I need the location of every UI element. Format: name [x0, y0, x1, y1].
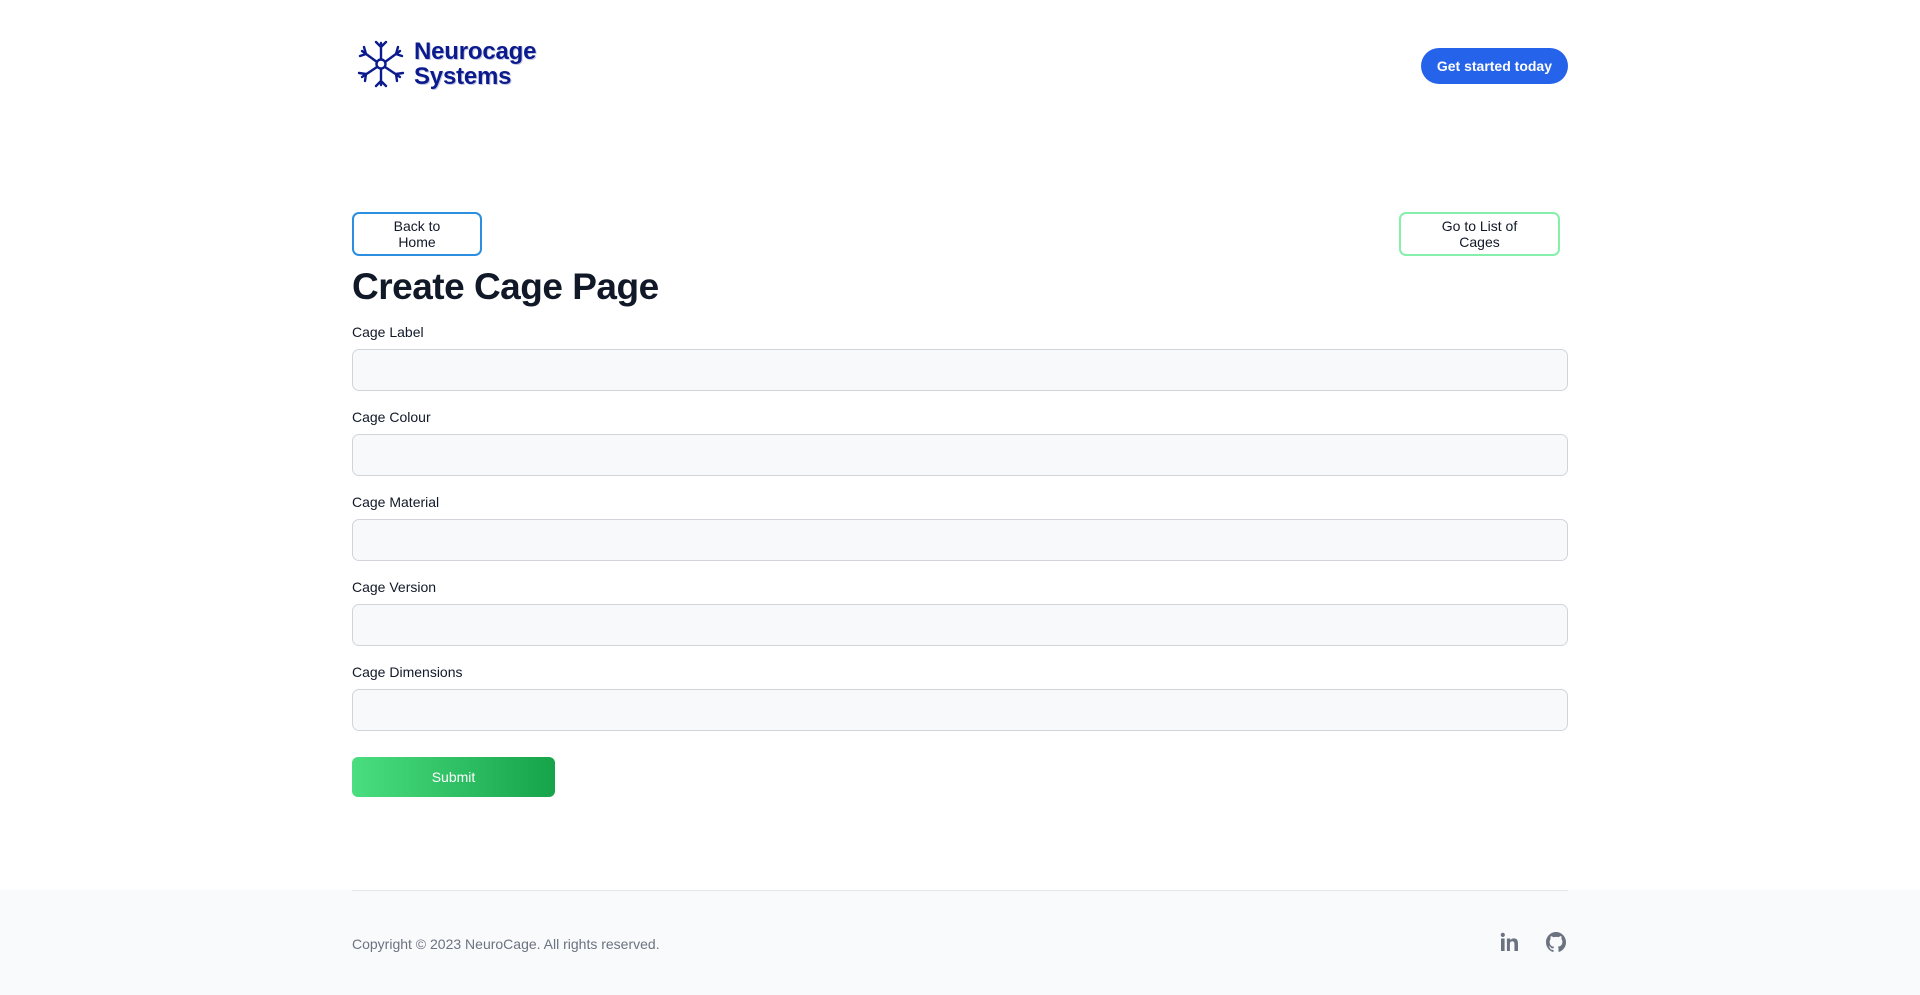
go-to-list-of-cages-button[interactable]: Go to List of Cages [1399, 212, 1560, 256]
logo-line-2: Systems [414, 63, 512, 90]
back-to-home-button[interactable]: Back to Home [352, 212, 482, 256]
nav-row: Back to Home Go to List of Cages [352, 212, 1568, 256]
form-field-cage-dimensions: Cage Dimensions [352, 664, 1568, 731]
logo-line-1: Neurocage [414, 38, 537, 65]
page: Neurocage Systems Get started today Back… [0, 0, 1920, 995]
cage-label-label: Cage Label [352, 324, 424, 340]
footer-divider [352, 890, 1568, 891]
main-content: Back to Home Go to List of Cages Create … [352, 212, 1568, 797]
logo-wordmark: Neurocage Systems [414, 39, 536, 89]
github-icon[interactable] [1544, 930, 1568, 954]
logo[interactable]: Neurocage Systems [354, 36, 536, 92]
site-header: Neurocage Systems Get started today [352, 0, 1568, 132]
get-started-button[interactable]: Get started today [1420, 48, 1568, 84]
copyright-text: Copyright © 2023 NeuroCage. All rights r… [352, 936, 660, 952]
form-field-cage-material: Cage Material [352, 494, 1568, 561]
cage-dimensions-label: Cage Dimensions [352, 664, 463, 680]
cage-version-input[interactable] [352, 604, 1568, 646]
linkedin-icon[interactable] [1498, 930, 1522, 954]
form-field-cage-version: Cage Version [352, 579, 1568, 646]
cage-colour-label: Cage Colour [352, 409, 431, 425]
cage-colour-input[interactable] [352, 434, 1568, 476]
cage-material-input[interactable] [352, 519, 1568, 561]
site-footer: Copyright © 2023 NeuroCage. All rights r… [0, 890, 1920, 995]
neuron-icon [357, 40, 405, 88]
cage-dimensions-input[interactable] [352, 689, 1568, 731]
create-cage-form: Cage Label Cage Colour Cage Material Cag… [352, 324, 1568, 797]
form-field-cage-colour: Cage Colour [352, 409, 1568, 476]
social-links [1498, 930, 1568, 954]
cage-label-input[interactable] [352, 349, 1568, 391]
submit-button[interactable]: Submit [352, 757, 555, 797]
form-field-cage-label: Cage Label [352, 324, 1568, 391]
page-title: Create Cage Page [352, 266, 659, 307]
cage-version-label: Cage Version [352, 579, 437, 595]
cage-material-label: Cage Material [352, 494, 440, 510]
